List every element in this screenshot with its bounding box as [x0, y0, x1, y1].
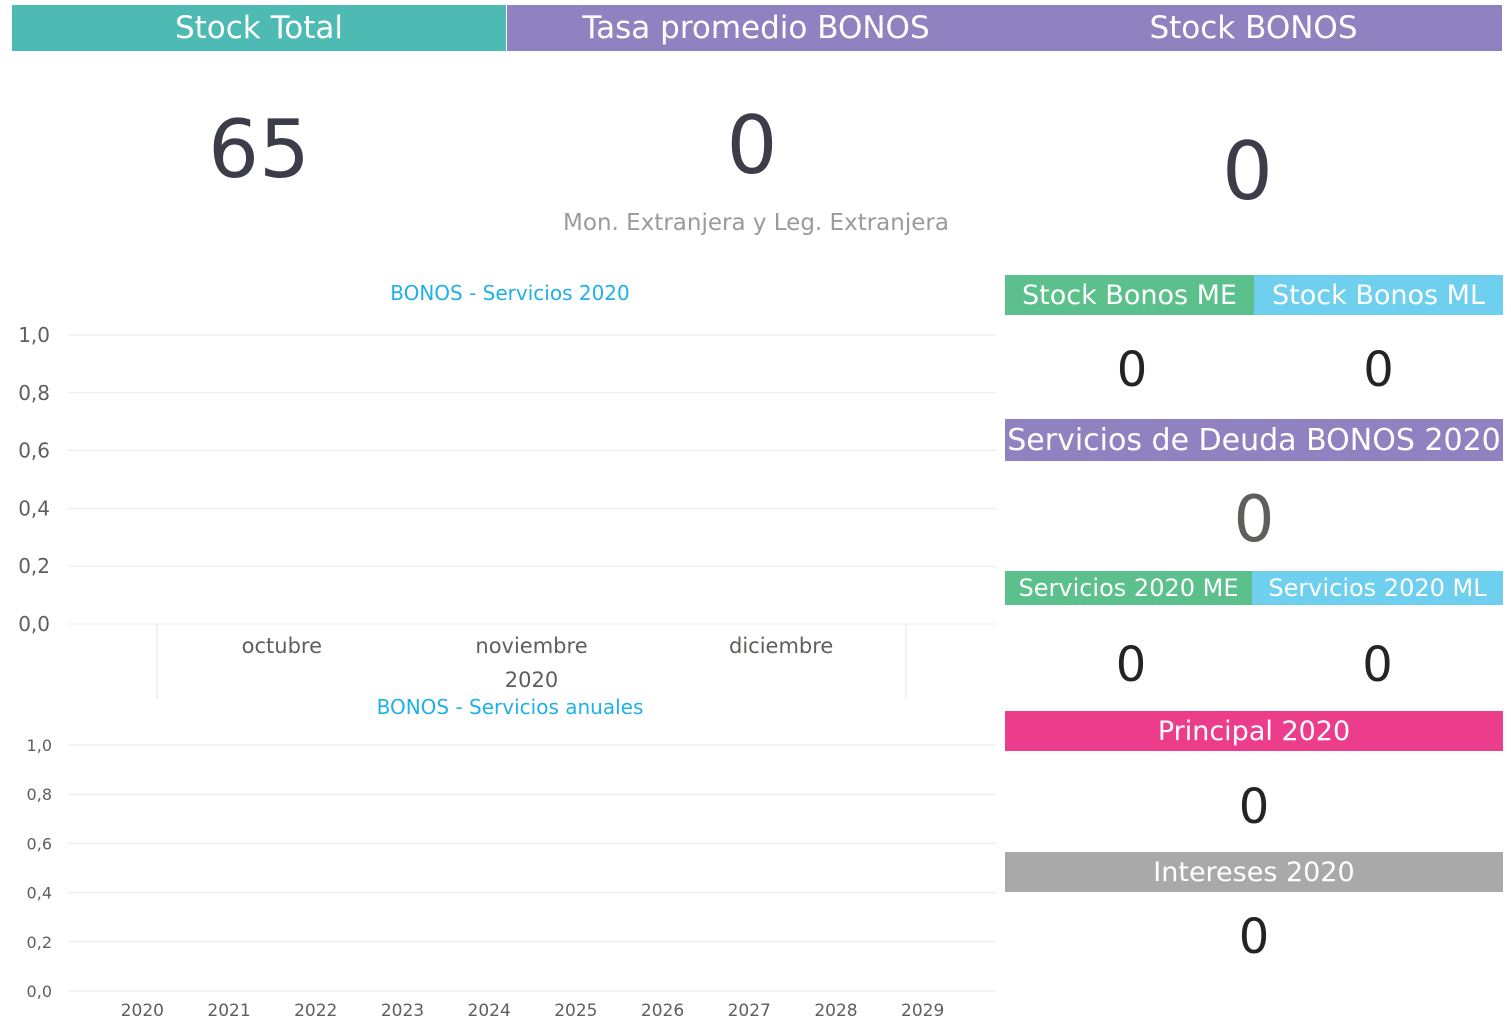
servicios-me-label: Servicios 2020 ME — [1018, 574, 1239, 602]
principal-value: 0 — [1238, 779, 1270, 835]
stock-bonos-me-value: 0 — [1116, 342, 1148, 398]
servicios-ml-label: Servicios 2020 ML — [1268, 574, 1487, 602]
tasa-bonos-subtitle: Mon. Extranjera y Leg. Extranjera — [563, 210, 949, 236]
x-tick-label: octubre — [242, 634, 322, 658]
y-tick-label: 0,4 — [27, 884, 52, 903]
x-tick-label: noviembre — [475, 634, 587, 658]
x-tick-label: 2027 — [728, 1001, 771, 1019]
servicios-ml-value: 0 — [1362, 637, 1393, 693]
x-tick-label: 2020 — [121, 1001, 164, 1019]
chart-servicios-2020: 1,0 0,8 0,6 0,4 0,2 0,0 octubre noviembre diciem… — [18, 323, 996, 699]
stock-bonos-label: Stock BONOS — [1149, 10, 1358, 46]
y-tick-label: 0,6 — [18, 439, 50, 463]
stock-bonos-me-header: Stock Bonos ME — [1005, 275, 1254, 315]
principal-label: Principal 2020 — [1157, 715, 1351, 747]
chart-servicios-anuales: 1,0 0,8 0,6 0,4 0,2 0,0 2020 2021 2022 2023 2024 20… — [27, 736, 996, 1019]
y-tick-label: 0,4 — [18, 496, 50, 520]
stock-total-label: Stock Total — [174, 10, 344, 46]
x-tick-label: 2028 — [814, 1001, 857, 1019]
y-tick-label: 0,8 — [27, 785, 52, 804]
stock-bonos-ml-value: 0 — [1363, 342, 1394, 398]
stock-total-header: Stock Total — [12, 5, 506, 51]
x-group-label: 2020 — [505, 668, 558, 692]
chart-servicios-anuales-title: BONOS - Servicios anuales — [376, 695, 644, 719]
y-tick-label: 0,0 — [18, 612, 50, 636]
chart-servicios-2020-title: BONOS - Servicios 2020 — [390, 281, 630, 305]
y-tick-label: 0,0 — [27, 982, 52, 1001]
tasa-bonos-label: Tasa promedio BONOS — [582, 10, 930, 46]
servicios-deuda-label: Servicios de Deuda BONOS 2020 — [1007, 422, 1501, 458]
servicios-deuda-header: Servicios de Deuda BONOS 2020 — [1005, 419, 1503, 461]
x-tick-label: 2024 — [468, 1001, 511, 1019]
y-tick-label: 1,0 — [27, 736, 52, 755]
servicios-deuda-value: 0 — [1233, 483, 1275, 557]
intereses-header: Intereses 2020 — [1005, 852, 1503, 892]
x-tick-label: diciembre — [729, 634, 833, 658]
stock-bonos-ml-label: Stock Bonos ML — [1272, 279, 1485, 311]
y-tick-label: 0,8 — [18, 381, 50, 405]
stock-bonos-ml-header: Stock Bonos ML — [1254, 275, 1503, 315]
stock-bonos-me-label: Stock Bonos ME — [1022, 279, 1237, 311]
y-tick-label: 1,0 — [18, 323, 50, 347]
principal-header: Principal 2020 — [1005, 711, 1503, 751]
intereses-label: Intereses 2020 — [1153, 856, 1355, 888]
y-tick-label: 0,2 — [18, 554, 50, 578]
tasa-bonos-value: 0 — [726, 99, 778, 192]
stock-bonos-header: Stock BONOS — [1005, 5, 1502, 51]
x-tick-label: 2026 — [641, 1001, 684, 1019]
tasa-bonos-header: Tasa promedio BONOS — [507, 5, 1005, 51]
intereses-value: 0 — [1238, 909, 1270, 965]
y-tick-label: 0,2 — [27, 933, 52, 952]
servicios-me-header: Servicios 2020 ME — [1005, 571, 1252, 605]
servicios-ml-header: Servicios 2020 ML — [1252, 571, 1503, 605]
servicios-me-value: 0 — [1115, 637, 1147, 693]
x-tick-label: 2029 — [901, 1001, 944, 1019]
x-tick-label: 2025 — [554, 1001, 597, 1019]
x-tick-label: 2021 — [207, 1001, 250, 1019]
x-tick-label: 2023 — [381, 1001, 424, 1019]
y-tick-label: 0,6 — [27, 834, 52, 853]
stock-total-value: 65 — [208, 103, 310, 196]
x-tick-label: 2022 — [294, 1001, 337, 1019]
stock-bonos-value: 0 — [1222, 125, 1273, 218]
